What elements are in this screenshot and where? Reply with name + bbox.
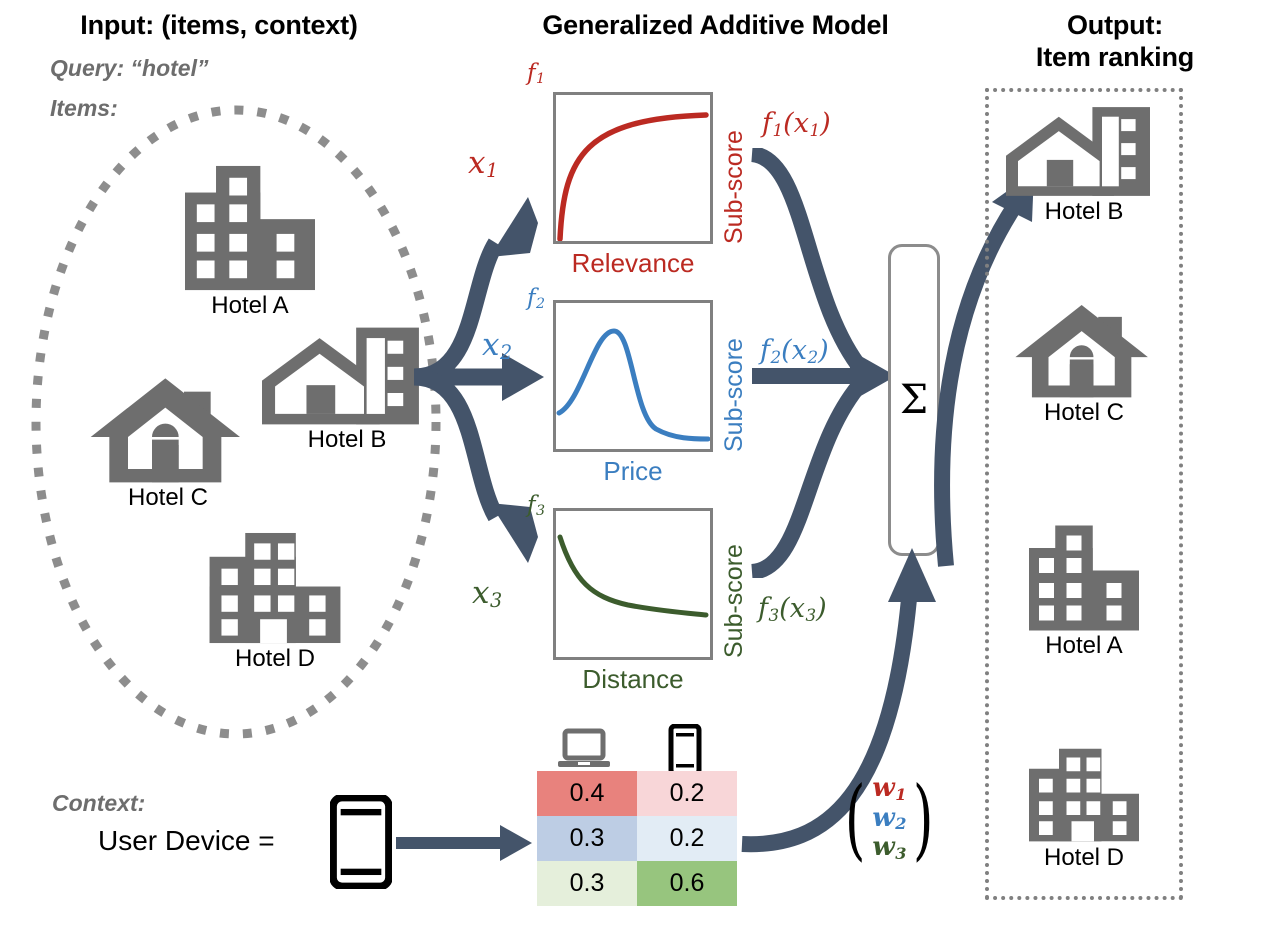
input-item-label: Hotel D xyxy=(234,645,316,672)
weight-w1: w1 xyxy=(872,773,907,804)
plot-distance-curve xyxy=(557,534,709,618)
plot-relevance xyxy=(553,92,713,244)
output-rank-3-hotel-a[interactable]: Hotel A xyxy=(995,523,1173,659)
building-door-icon xyxy=(1029,748,1139,842)
weight-cell-mobile-2: 0.2 xyxy=(637,816,737,861)
weight-cell-desktop-3: 0.3 xyxy=(537,861,637,906)
output-rank-2-hotel-c[interactable]: Hotel C xyxy=(995,300,1173,426)
house-icon xyxy=(90,378,241,483)
output-column-title: Output: Item ranking xyxy=(975,10,1255,74)
f2-label: f2 xyxy=(527,285,546,313)
context-to-table-arrow xyxy=(396,825,532,861)
input-item-label: Hotel C xyxy=(127,484,209,511)
table-row: 0.4 0.2 xyxy=(537,771,737,816)
plot-price xyxy=(553,300,713,452)
output-rank-4-hotel-d[interactable]: Hotel D xyxy=(995,745,1173,871)
output-item-label: Hotel C xyxy=(1043,399,1125,426)
building-icon xyxy=(185,165,315,291)
weight-cell-mobile-3: 0.6 xyxy=(637,861,737,906)
query-value: “hotel” xyxy=(130,55,209,81)
diagram-canvas: Input: (items, context) Generalized Addi… xyxy=(0,0,1270,940)
building-icon xyxy=(1029,525,1139,631)
f3-label: f3 xyxy=(527,492,546,520)
input-item-label: Hotel A xyxy=(211,292,289,319)
plot-relevance-x-label: Relevance xyxy=(571,248,695,278)
feature-fanout-arrows xyxy=(413,197,544,563)
x2-label: x2 xyxy=(482,327,513,365)
input-item-hotel-a[interactable]: Hotel A xyxy=(160,163,340,319)
output-item-label: Hotel B xyxy=(1044,198,1124,225)
input-item-hotel-c[interactable]: Hotel C xyxy=(88,373,248,511)
plot-distance-x-label: Distance xyxy=(582,664,684,694)
output-title-line-2: Item ranking xyxy=(1035,41,1195,72)
query-line: Query: “hotel” xyxy=(50,55,208,82)
output-title-line-1: Output: xyxy=(1066,10,1164,40)
context-weight-table: 0.4 0.2 0.3 0.2 0.3 0.6 xyxy=(537,771,737,906)
smartphone-icon xyxy=(330,795,392,889)
building-door-icon xyxy=(209,532,341,644)
input-column-title: Input: (items, context) xyxy=(80,10,358,40)
user-device-label: User Device = xyxy=(98,825,275,856)
weight-cell-mobile-1: 0.2 xyxy=(637,771,737,816)
table-row: 0.3 0.6 xyxy=(537,861,737,906)
output-item-label: Hotel A xyxy=(1045,632,1123,659)
output-rank-1-hotel-b[interactable]: Hotel B xyxy=(995,104,1173,225)
right-paren: ) xyxy=(913,766,934,870)
f1-label: f1 xyxy=(527,60,546,88)
weight-vector: ( w1 w2 w3 ) xyxy=(838,766,941,870)
weight-cell-desktop-1: 0.4 xyxy=(537,771,637,816)
smartphone-icon xyxy=(668,724,702,776)
f1x1-label: f1(x1) xyxy=(762,108,831,140)
model-column-title: Generalized Additive Model xyxy=(542,10,889,40)
house-icon xyxy=(1015,305,1148,398)
subscore-merge-arrows xyxy=(750,148,896,578)
plot-price-curve xyxy=(556,328,710,442)
x1-label: x1 xyxy=(468,145,499,183)
left-paren: ( xyxy=(844,766,866,870)
weight-w3: w3 xyxy=(872,832,907,863)
plot-price-x-label: Price xyxy=(603,456,663,486)
house-building-icon xyxy=(1006,107,1150,196)
input-item-hotel-d[interactable]: Hotel D xyxy=(185,530,365,672)
plot-distance xyxy=(553,508,713,660)
context-label: Context: xyxy=(52,790,146,816)
weight-cell-desktop-2: 0.3 xyxy=(537,816,637,861)
sigma-symbol: Σ xyxy=(899,377,929,423)
query-label: Query: xyxy=(50,55,125,81)
output-item-label: Hotel D xyxy=(1043,844,1125,871)
weight-w2: w2 xyxy=(872,802,907,834)
table-row: 0.3 0.2 xyxy=(537,816,737,861)
x3-label: x3 xyxy=(472,575,503,613)
plot-relevance-curve xyxy=(557,112,709,241)
laptop-icon xyxy=(558,728,610,767)
